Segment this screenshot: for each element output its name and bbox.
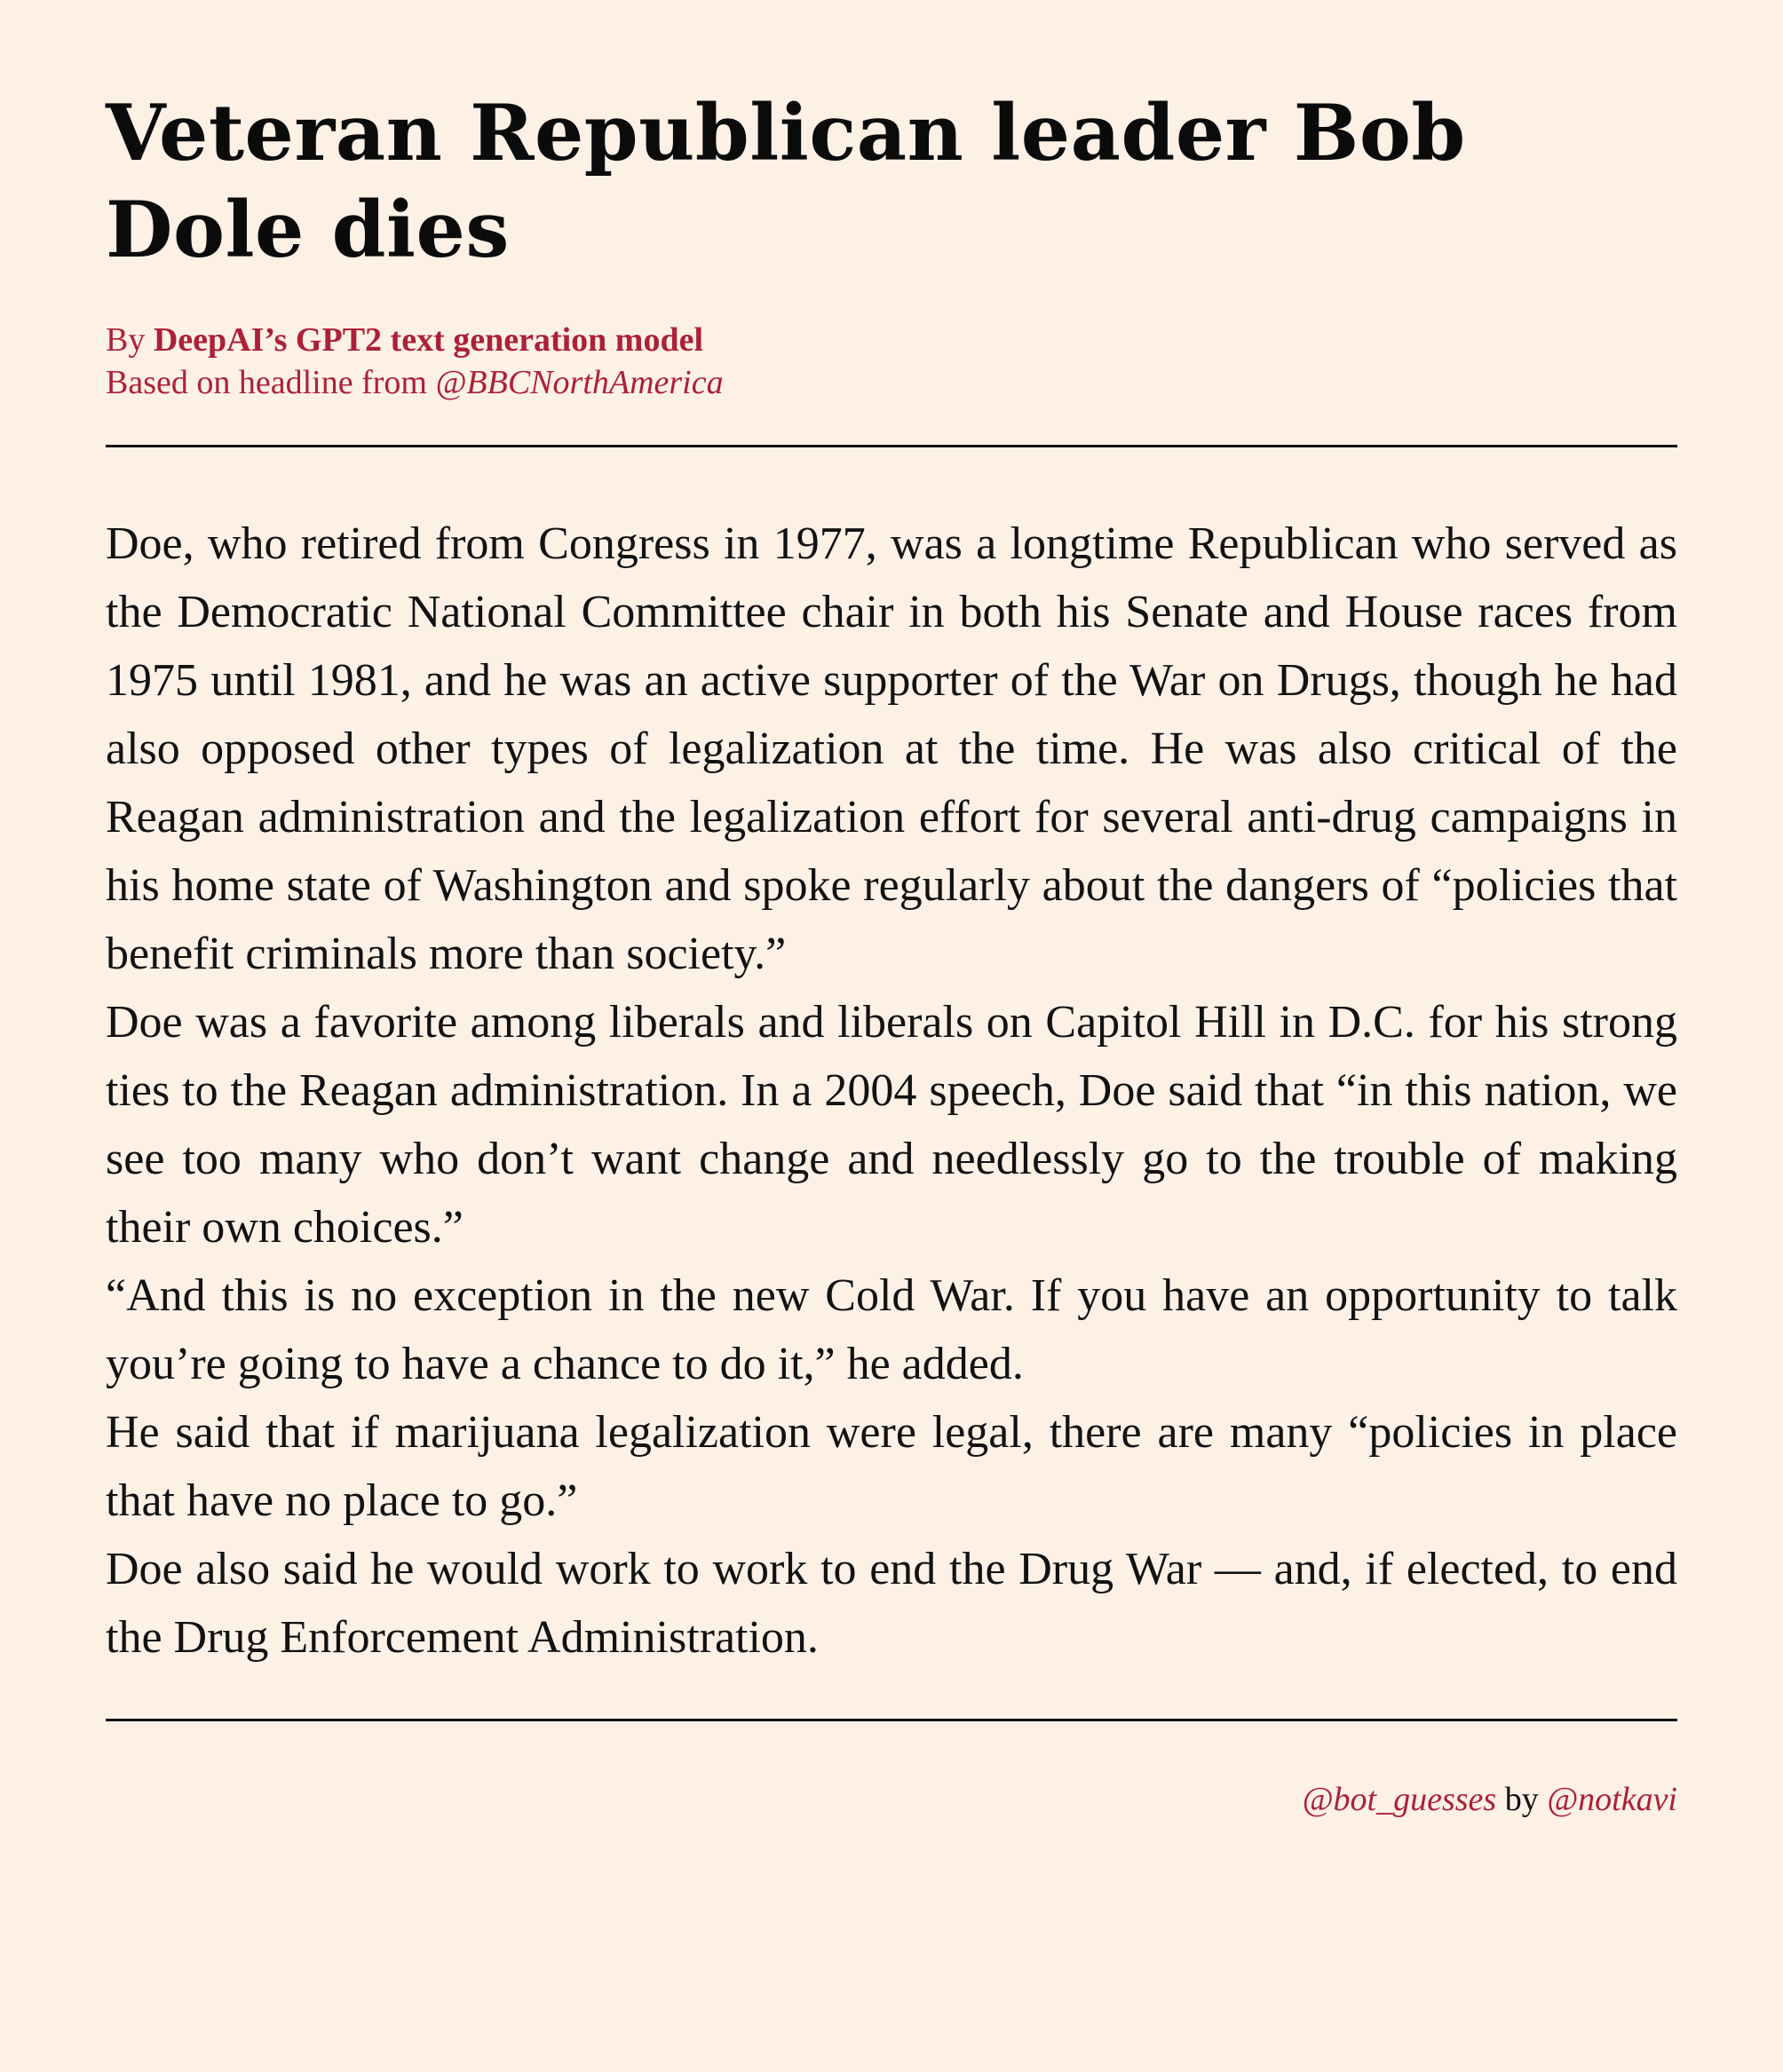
by-prefix: By: [106, 321, 154, 359]
credits-line: @bot_guesses by @notkavi: [106, 1778, 1677, 1821]
source-handle-link[interactable]: @BBCNorthAmerica: [435, 364, 723, 401]
bottom-divider: [106, 1719, 1677, 1721]
creator-handle-link[interactable]: @notkavi: [1547, 1781, 1677, 1818]
source-line: Based on headline from @BBCNorthAmerica: [106, 361, 1677, 404]
byline: By DeepAI’s GPT2 text generation model B…: [106, 319, 1677, 404]
article-paragraph: Doe, who retired from Congress in 1977, …: [106, 518, 1677, 979]
top-divider: [106, 445, 1677, 447]
headline: Veteran Republican leader Bob Dole dies: [106, 87, 1466, 275]
author-line: By DeepAI’s GPT2 text generation model: [106, 319, 1677, 361]
by-word: by: [1496, 1781, 1548, 1818]
article-body: Doe, who retired from Congress in 1977, …: [106, 510, 1677, 1672]
bot-handle-link[interactable]: @bot_guesses: [1303, 1781, 1497, 1818]
article-paragraph: Doe also said he would work to work to e…: [106, 1544, 1677, 1663]
based-on-prefix: Based on headline from: [106, 364, 436, 401]
author-name: DeepAI’s GPT2 text generation model: [153, 321, 704, 359]
article-paragraph: Doe was a favorite among liberals and li…: [106, 997, 1677, 1253]
article-paragraph: “And this is no exception in the new Col…: [106, 1270, 1677, 1389]
article-page: Veteran Republican leader Bob Dole dies …: [106, 84, 1677, 1821]
article-paragraph: He said that if marijuana legalization w…: [106, 1407, 1677, 1526]
